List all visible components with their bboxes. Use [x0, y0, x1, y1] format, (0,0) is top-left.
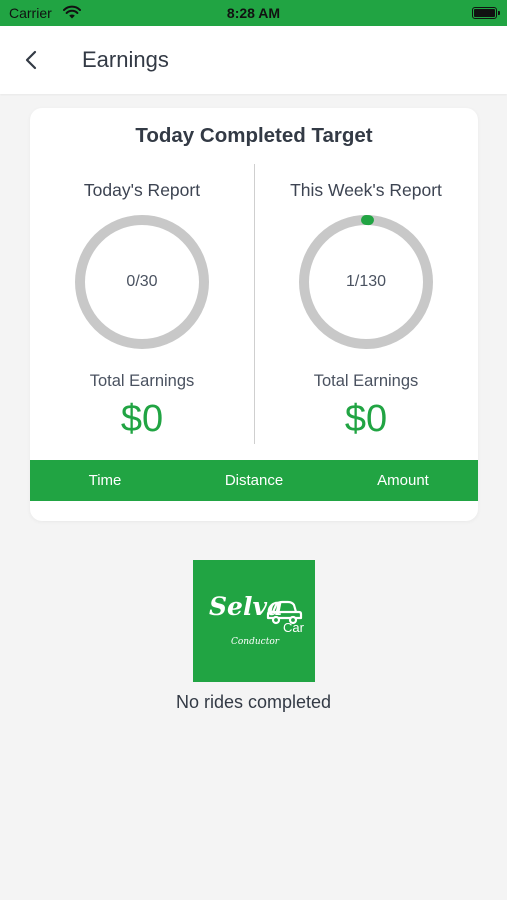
week-earnings-label: Total Earnings — [313, 372, 419, 390]
column-header-amount: Amount — [377, 472, 429, 489]
today-earnings-label: Total Earnings — [89, 372, 195, 390]
status-bar: Carrier 8:28 AM — [0, 0, 507, 26]
page-title: Earnings — [82, 47, 169, 72]
top-nav-bar: Earnings — [0, 26, 507, 94]
logo-sub: Car — [283, 620, 305, 635]
back-button[interactable] — [18, 46, 46, 74]
target-card: Today Completed Target Today's Report 0/… — [30, 108, 478, 521]
today-progress-text: 0/30 — [126, 273, 158, 290]
battery-icon — [472, 7, 500, 19]
empty-state-message: No rides completed — [175, 692, 332, 712]
card-title: Today Completed Target — [135, 124, 373, 147]
week-report: This Week's Report 1/130 Total Earnings … — [254, 178, 478, 448]
today-report-label: Today's Report — [83, 180, 201, 200]
today-earnings-value: $0 — [120, 398, 164, 440]
selva-car-logo: Selva Car Conductor — [193, 560, 315, 682]
logo-word: Selva — [209, 592, 283, 621]
today-progress-ring: 0/30 — [74, 214, 210, 350]
column-header-distance: Distance — [224, 472, 284, 489]
column-header-time: Time — [88, 472, 122, 489]
rides-table-header: Time Distance Amount — [30, 460, 478, 501]
week-progress-ring: 1/130 — [298, 214, 434, 350]
today-report: Today's Report 0/30 Total Earnings $0 — [30, 178, 254, 448]
week-progress-text: 1/130 — [345, 273, 387, 290]
logo-tag: Conductor — [231, 637, 280, 647]
week-earnings-value: $0 — [344, 398, 388, 440]
week-report-label: This Week's Report — [290, 180, 442, 200]
clock-time: 8:28 AM — [226, 5, 281, 21]
chevron-left-icon — [25, 50, 37, 70]
